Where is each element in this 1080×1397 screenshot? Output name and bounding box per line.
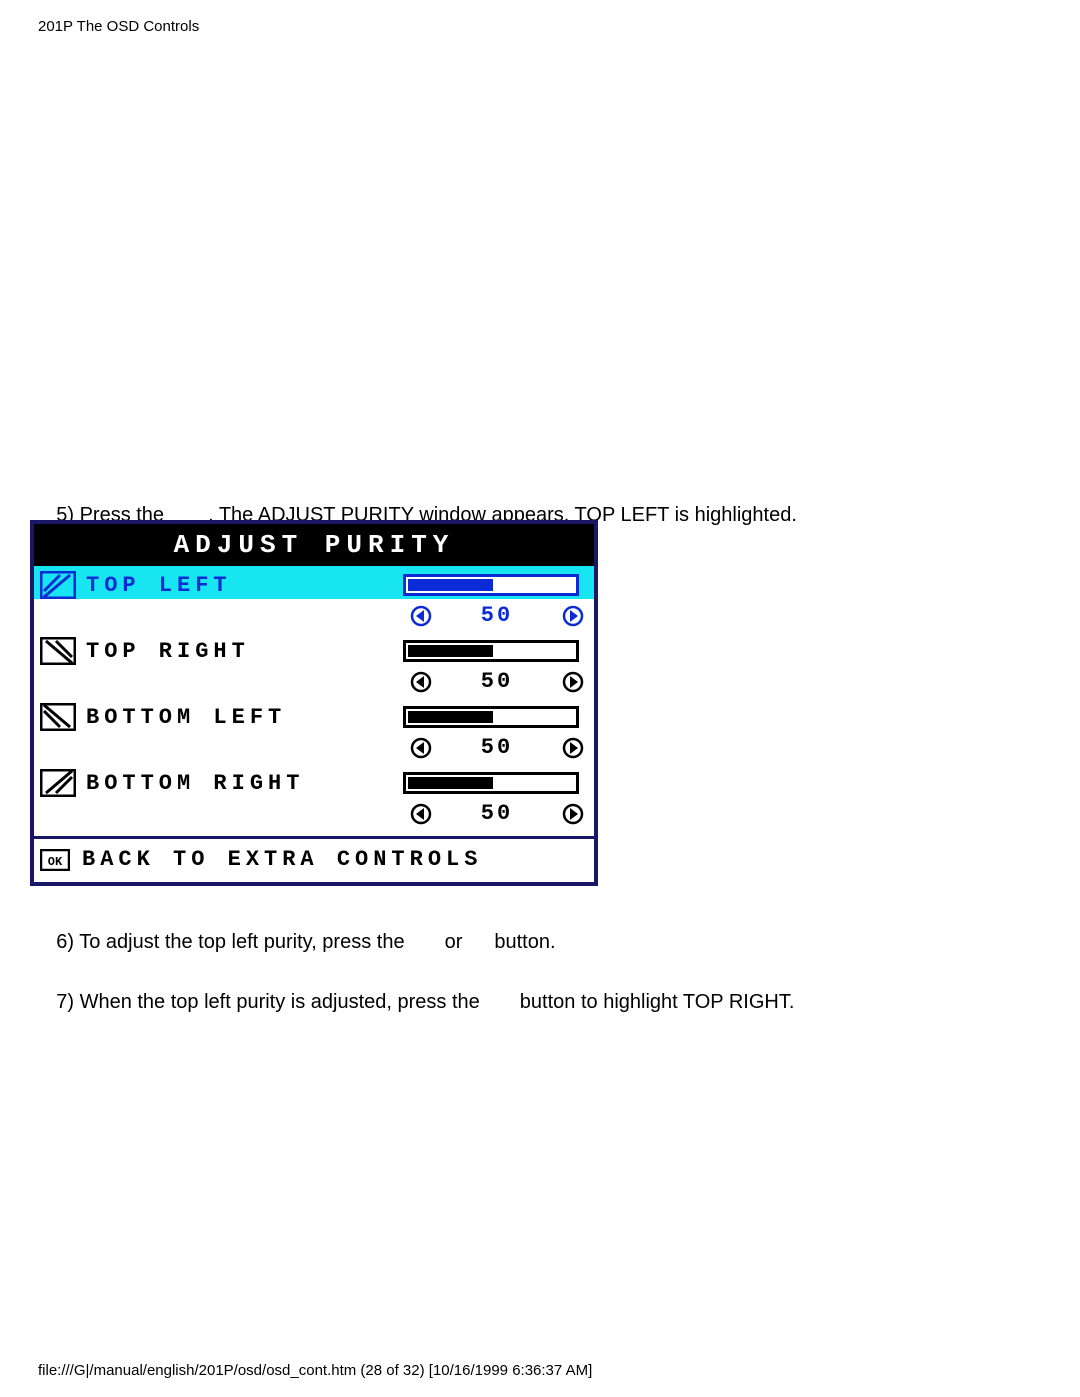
decrease-arrow-left-icon[interactable] [410, 605, 432, 627]
increase-arrow-right-icon[interactable] [562, 671, 584, 693]
value-bar [403, 640, 579, 662]
osd-item-top-left-value-row: 50 [34, 599, 594, 632]
osd-item-label: TOP RIGHT [86, 639, 398, 664]
step6-suffix: button. [494, 931, 555, 953]
decrease-arrow-left-icon[interactable] [410, 737, 432, 759]
osd-item-label: TOP LEFT [86, 573, 398, 598]
osd-item-bottom-left-value-row: 50 [34, 731, 594, 764]
step6-prefix: 6) To adjust the top left purity, press … [56, 931, 404, 953]
osd-item-top-right-value-row: 50 [34, 665, 594, 698]
svg-text:OK: OK [48, 855, 63, 869]
osd-item-label: BOTTOM LEFT [86, 705, 398, 730]
step7-prefix: 7) When the top left purity is adjusted,… [56, 991, 480, 1013]
increase-arrow-right-icon[interactable] [562, 803, 584, 825]
value-bar [403, 574, 579, 596]
increase-arrow-right-icon[interactable] [562, 737, 584, 759]
step7-suffix: button to highlight TOP RIGHT. [520, 991, 795, 1013]
osd-title: ADJUST PURITY [34, 524, 594, 566]
value-bar [403, 772, 579, 794]
purity-top-right-icon [40, 637, 76, 665]
osd-item-label: BOTTOM RIGHT [86, 771, 398, 796]
decrease-arrow-left-icon[interactable] [410, 803, 432, 825]
osd-footer-label: BACK TO EXTRA CONTROLS [82, 847, 482, 872]
value-bar [403, 706, 579, 728]
page-header: 201P The OSD Controls [38, 18, 199, 35]
osd-item-bottom-right-value-row: 50 [34, 797, 594, 836]
osd-item-value: 50 [432, 735, 562, 760]
purity-bottom-right-icon [40, 769, 76, 797]
osd-item-value: 50 [432, 603, 562, 628]
osd-item-bottom-right[interactable]: BOTTOM RIGHT [34, 764, 594, 797]
increase-arrow-right-icon[interactable] [562, 605, 584, 627]
purity-top-left-icon [40, 571, 76, 599]
osd-back-row[interactable]: OK BACK TO EXTRA CONTROLS [34, 839, 594, 882]
osd-item-value: 50 [432, 669, 562, 694]
step6-mid: or [445, 931, 463, 953]
osd-item-top-left[interactable]: TOP LEFT [34, 566, 594, 599]
page-footer: file:///G|/manual/english/201P/osd/osd_c… [38, 1362, 592, 1379]
decrease-arrow-left-icon[interactable] [410, 671, 432, 693]
ok-icon: OK [40, 849, 70, 871]
purity-bottom-left-icon [40, 703, 76, 731]
osd-item-bottom-left[interactable]: BOTTOM LEFT [34, 698, 594, 731]
adjust-purity-osd-window: ADJUST PURITY TOP LEFT [30, 520, 598, 886]
osd-item-value: 50 [432, 801, 562, 826]
osd-item-top-right[interactable]: TOP RIGHT [34, 632, 594, 665]
instruction-step-7: 7) When the top left purity is adjusted,… [34, 966, 794, 1038]
